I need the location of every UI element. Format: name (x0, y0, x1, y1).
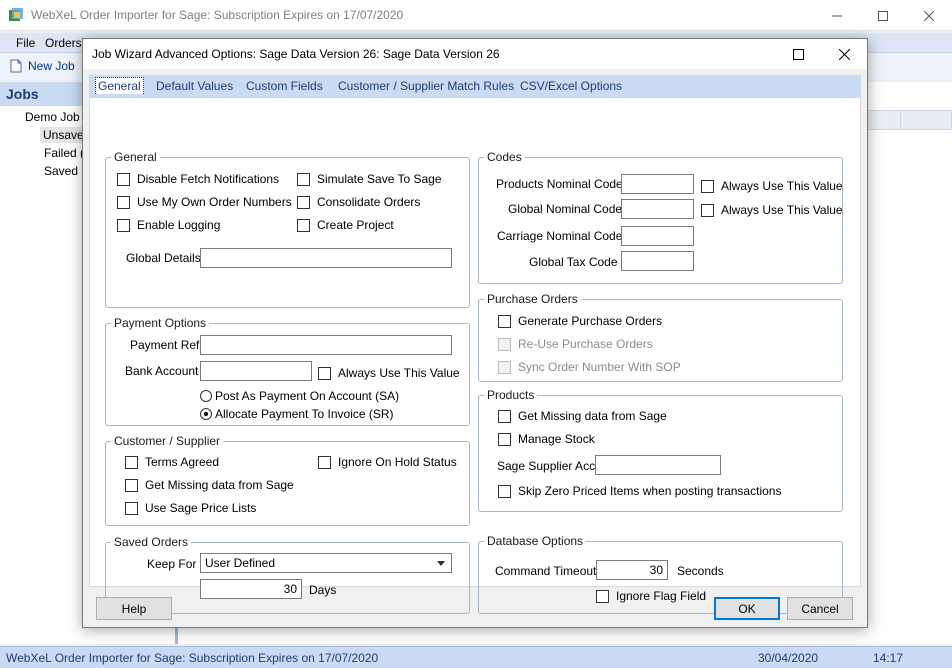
new-job-button[interactable]: New Job (10, 59, 75, 73)
general-legend: General (114, 150, 157, 164)
ignore-flag-checkbox[interactable]: Ignore Flag Field (596, 589, 706, 603)
bank-always-use-checkbox[interactable]: Always Use This Value (318, 366, 460, 380)
bank-account-input[interactable] (200, 361, 312, 381)
close-icon (924, 10, 934, 21)
app-logo-icon (9, 8, 23, 21)
status-text: WebXeL Order Importer for Sage: Subscrip… (6, 651, 379, 665)
new-job-label: New Job (28, 59, 75, 73)
customer-missing-data-checkbox[interactable]: Get Missing data from Sage (125, 478, 294, 492)
saved-orders-legend: Saved Orders (114, 535, 189, 549)
sync-order-number-checkbox[interactable]: Sync Order Number With SOP (498, 360, 681, 374)
days-label: Days (309, 583, 337, 597)
command-timeout-input[interactable]: 30 (596, 560, 668, 580)
products-nominal-label: Products Nominal Code (496, 177, 623, 191)
maximize-icon (792, 48, 804, 60)
global-nominal-label: Global Nominal Code (508, 202, 623, 216)
seconds-label: Seconds (677, 564, 724, 578)
status-time: 14:17 (873, 651, 904, 665)
simulate-save-checkbox[interactable]: Simulate Save To Sage (297, 172, 442, 186)
maximize-icon (878, 10, 888, 21)
global-details-label: Global Details (126, 251, 201, 265)
chevron-down-icon (437, 561, 445, 566)
consolidate-orders-checkbox[interactable]: Consolidate Orders (297, 195, 420, 209)
manage-stock-checkbox[interactable]: Manage Stock (498, 432, 595, 446)
dialog-close-button[interactable] (821, 39, 867, 69)
codes-legend: Codes (487, 150, 522, 164)
products-nominal-always-checkbox[interactable]: Always Use This Value (701, 179, 843, 193)
reuse-po-checkbox[interactable]: Re-Use Purchase Orders (498, 337, 653, 351)
main-window-title: WebXeL Order Importer for Sage: Subscrip… (31, 8, 404, 22)
create-project-checkbox[interactable]: Create Project (297, 218, 394, 232)
sage-price-lists-checkbox[interactable]: Use Sage Price Lists (125, 501, 256, 515)
command-timeout-label: Command Timeout (495, 564, 597, 578)
own-order-numbers-checkbox[interactable]: Use My Own Order Numbers (117, 195, 292, 209)
keep-for-label: Keep For (147, 557, 197, 571)
enable-logging-checkbox[interactable]: Enable Logging (117, 218, 220, 232)
ignore-hold-checkbox[interactable]: Ignore On Hold Status (318, 455, 457, 469)
keep-for-value: User Defined (205, 556, 276, 570)
column-header[interactable] (900, 110, 952, 130)
minimize-button[interactable] (814, 0, 860, 31)
post-on-account-radio[interactable]: Post As Payment On Account (SA) (200, 389, 399, 403)
carriage-nominal-input[interactable] (621, 226, 694, 246)
products-nominal-input[interactable] (621, 174, 694, 194)
tab-csv-excel-options[interactable]: CSV/Excel Options (520, 79, 622, 93)
payment-ref-label: Payment Ref (130, 338, 200, 352)
close-icon (838, 48, 850, 60)
new-document-icon (10, 59, 22, 73)
products-missing-data-checkbox[interactable]: Get Missing data from Sage (498, 409, 667, 423)
purchase-orders-legend: Purchase Orders (487, 292, 578, 306)
global-nominal-input[interactable] (621, 199, 694, 219)
tree-item-demo-job[interactable]: Demo Job (25, 110, 80, 124)
payment-options-legend: Payment Options (114, 316, 207, 330)
keep-for-select[interactable]: User Defined (200, 553, 452, 573)
products-legend: Products (487, 388, 535, 402)
tab-custom-fields[interactable]: Custom Fields (246, 79, 323, 93)
payment-ref-input[interactable] (200, 335, 452, 355)
tab-general[interactable]: General (95, 77, 144, 94)
maximize-button[interactable] (860, 0, 906, 31)
tree-item-saved[interactable]: Saved ( (44, 164, 85, 178)
dialog-title-bar: Job Wizard Advanced Options: Sage Data V… (83, 39, 867, 69)
menu-file[interactable]: File (16, 36, 35, 50)
dialog-maximize-button[interactable] (775, 39, 821, 69)
cancel-button[interactable]: Cancel (787, 597, 853, 620)
help-button[interactable]: Help (96, 597, 172, 620)
tab-default-values[interactable]: Default Values (156, 79, 233, 93)
menu-orders[interactable]: Orders (45, 36, 82, 50)
bank-account-label: Bank Account (125, 364, 199, 378)
global-tax-input[interactable] (621, 251, 694, 271)
dialog-title: Job Wizard Advanced Options: Sage Data V… (92, 47, 500, 61)
carriage-nominal-label: Carriage Nominal Code (497, 229, 623, 243)
minimize-icon (832, 15, 842, 16)
tree-item-unsaved[interactable]: Unsave (40, 127, 87, 143)
main-title-bar: WebXeL Order Importer for Sage: Subscrip… (0, 0, 952, 31)
ok-button[interactable]: OK (714, 597, 780, 620)
keep-days-input[interactable]: 30 (200, 579, 302, 599)
terms-agreed-checkbox[interactable]: Terms Agreed (125, 455, 219, 469)
customer-supplier-legend: Customer / Supplier (114, 434, 221, 448)
generate-po-checkbox[interactable]: Generate Purchase Orders (498, 314, 662, 328)
close-button[interactable] (906, 0, 952, 31)
tab-general-content: General Disable Fetch Notifications Use … (89, 97, 861, 614)
supplier-acc-label: Sage Supplier Acc (497, 459, 596, 473)
global-tax-label: Global Tax Code (529, 255, 618, 269)
database-options-legend: Database Options (487, 534, 584, 548)
tree-item-failed[interactable]: Failed ( (44, 146, 84, 160)
allocate-invoice-radio[interactable]: Allocate Payment To Invoice (SR) (200, 407, 394, 421)
disable-fetch-checkbox[interactable]: Disable Fetch Notifications (117, 172, 279, 186)
status-bar: WebXeL Order Importer for Sage: Subscrip… (0, 646, 952, 668)
skip-zero-priced-checkbox[interactable]: Skip Zero Priced Items when posting tran… (498, 484, 781, 498)
supplier-acc-input[interactable] (595, 455, 721, 475)
tab-match-rules[interactable]: Customer / Supplier Match Rules (338, 79, 514, 93)
tab-strip: General Default Values Custom Fields Cus… (89, 75, 861, 97)
global-nominal-always-checkbox[interactable]: Always Use This Value (701, 203, 843, 217)
status-date: 30/04/2020 (758, 651, 819, 665)
global-details-input[interactable] (200, 248, 452, 268)
advanced-options-dialog: Job Wizard Advanced Options: Sage Data V… (82, 38, 868, 628)
